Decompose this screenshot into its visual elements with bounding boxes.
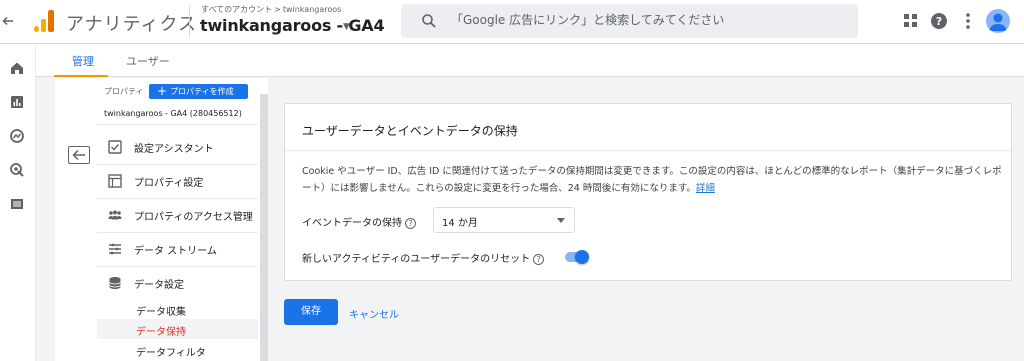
help-circle-icon[interactable]: ?: [533, 254, 545, 265]
people-icon: [108, 210, 122, 220]
sub-item-data-collection[interactable]: データ収集: [97, 299, 258, 319]
data-retention-card: ユーザーデータとイベントデータの保持 Cookie やユーザー ID、広告 ID…: [284, 103, 1012, 281]
breadcrumb[interactable]: すべてのアカウント > twinkangaroos: [201, 4, 341, 15]
analytics-logo[interactable]: [34, 10, 54, 32]
breadcrumb-account[interactable]: twinkangaroos: [283, 5, 342, 14]
create-property-button[interactable]: + プロパティを作成: [149, 84, 248, 99]
back-arrow-icon[interactable]: [2, 10, 16, 32]
scrollbar[interactable]: [260, 94, 268, 361]
event-retention-select[interactable]: 14 か月: [433, 207, 575, 233]
tab-admin[interactable]: 管理: [72, 53, 94, 69]
list-icon[interactable]: [9, 196, 25, 212]
reports-icon[interactable]: [9, 94, 25, 110]
sub-item-data-filters[interactable]: データフィルタ: [97, 340, 258, 360]
sub-item-label: データ収集: [136, 307, 186, 318]
nav-item-label: データ ストリーム: [134, 246, 217, 257]
svg-text:?: ?: [936, 15, 942, 28]
sub-item-label: データフィルタ: [136, 348, 206, 359]
plus-icon: +: [157, 84, 168, 98]
nav-item-property-settings[interactable]: プロパティ設定: [97, 165, 258, 198]
nav-item-property-access[interactable]: プロパティのアクセス管理: [97, 199, 258, 232]
left-rail: [0, 44, 36, 361]
checkbox-icon: [108, 140, 122, 154]
property-label: プロパティ: [104, 87, 144, 96]
nav-item-label: プロパティ設定: [134, 178, 204, 189]
nav-back-button[interactable]: [68, 146, 90, 164]
event-retention-field: イベントデータの保持?: [302, 214, 416, 229]
help-icon[interactable]: ?: [929, 11, 949, 31]
header-divider: [189, 6, 190, 38]
nav-item-label: 設定アシスタント: [134, 144, 214, 155]
nav-item-data-streams[interactable]: データ ストリーム: [97, 233, 258, 266]
tab-user[interactable]: ユーザー: [126, 53, 170, 69]
sub-item-label: データ保持: [136, 327, 186, 338]
app-name: アナリティクス: [66, 14, 198, 35]
stream-icon: [109, 243, 121, 255]
property-id: twinkangaroos - GA4 (280456512): [104, 109, 242, 118]
avatar[interactable]: [986, 9, 1010, 33]
cancel-button[interactable]: キャンセル: [349, 306, 399, 321]
save-button[interactable]: 保存: [284, 299, 338, 325]
apps-grid-icon[interactable]: [901, 11, 921, 31]
create-property-label: プロパティを作成: [170, 87, 234, 96]
nav-item-data-settings[interactable]: データ設定: [97, 267, 258, 300]
property-selector[interactable]: twinkangaroos - GA4: [200, 16, 385, 35]
database-icon: [109, 277, 121, 289]
breadcrumb-separator: >: [274, 5, 281, 14]
more-vert-icon[interactable]: [958, 11, 978, 31]
description-text: Cookie やユーザー ID、広告 ID に関連付けて送ったデータの保持期間は…: [302, 166, 1002, 194]
explore-icon[interactable]: [9, 128, 25, 144]
sub-item-data-retention[interactable]: データ保持: [97, 319, 258, 339]
card-description: Cookie やユーザー ID、広告 ID に関連付けて送ったデータの保持期間は…: [302, 163, 1002, 197]
nav-item-label: プロパティのアクセス管理: [134, 212, 253, 223]
nav-item-label: データ設定: [134, 280, 184, 291]
nav-item-setup-assistant[interactable]: 設定アシスタント: [97, 131, 258, 164]
help-circle-icon[interactable]: ?: [405, 218, 416, 229]
advertising-icon[interactable]: [9, 162, 25, 178]
breadcrumb-root[interactable]: すべてのアカウント: [201, 5, 272, 14]
event-retention-value: 14 か月: [442, 218, 478, 229]
active-tab-indicator: [54, 75, 108, 77]
top-bar: アナリティクス すべてのアカウント > twinkangaroos twinkang…: [0, 0, 1024, 44]
card-title: ユーザーデータとイベントデータの保持: [302, 124, 518, 138]
layout-icon: [108, 174, 122, 188]
home-icon[interactable]: [9, 60, 25, 76]
admin-tabs: 管理 ユーザー: [36, 44, 1024, 77]
dropdown-caret-icon: [557, 218, 565, 223]
reset-user-data-field: 新しいアクティビティのユーザーデータのリセット?: [302, 250, 545, 265]
caret-down-icon[interactable]: ▼: [343, 22, 350, 32]
reset-user-data-label: 新しいアクティビティのユーザーデータのリセット: [302, 254, 531, 265]
search-input[interactable]: [451, 13, 831, 27]
learn-more-link[interactable]: 詳細: [696, 183, 715, 194]
card-divider: [285, 150, 1011, 151]
search-icon: [422, 14, 436, 28]
event-retention-label: イベントデータの保持: [302, 218, 402, 229]
reset-user-data-toggle[interactable]: [565, 250, 589, 264]
toggle-knob: [575, 250, 589, 264]
search-bar[interactable]: [401, 4, 858, 38]
nav-divider: [97, 124, 258, 125]
